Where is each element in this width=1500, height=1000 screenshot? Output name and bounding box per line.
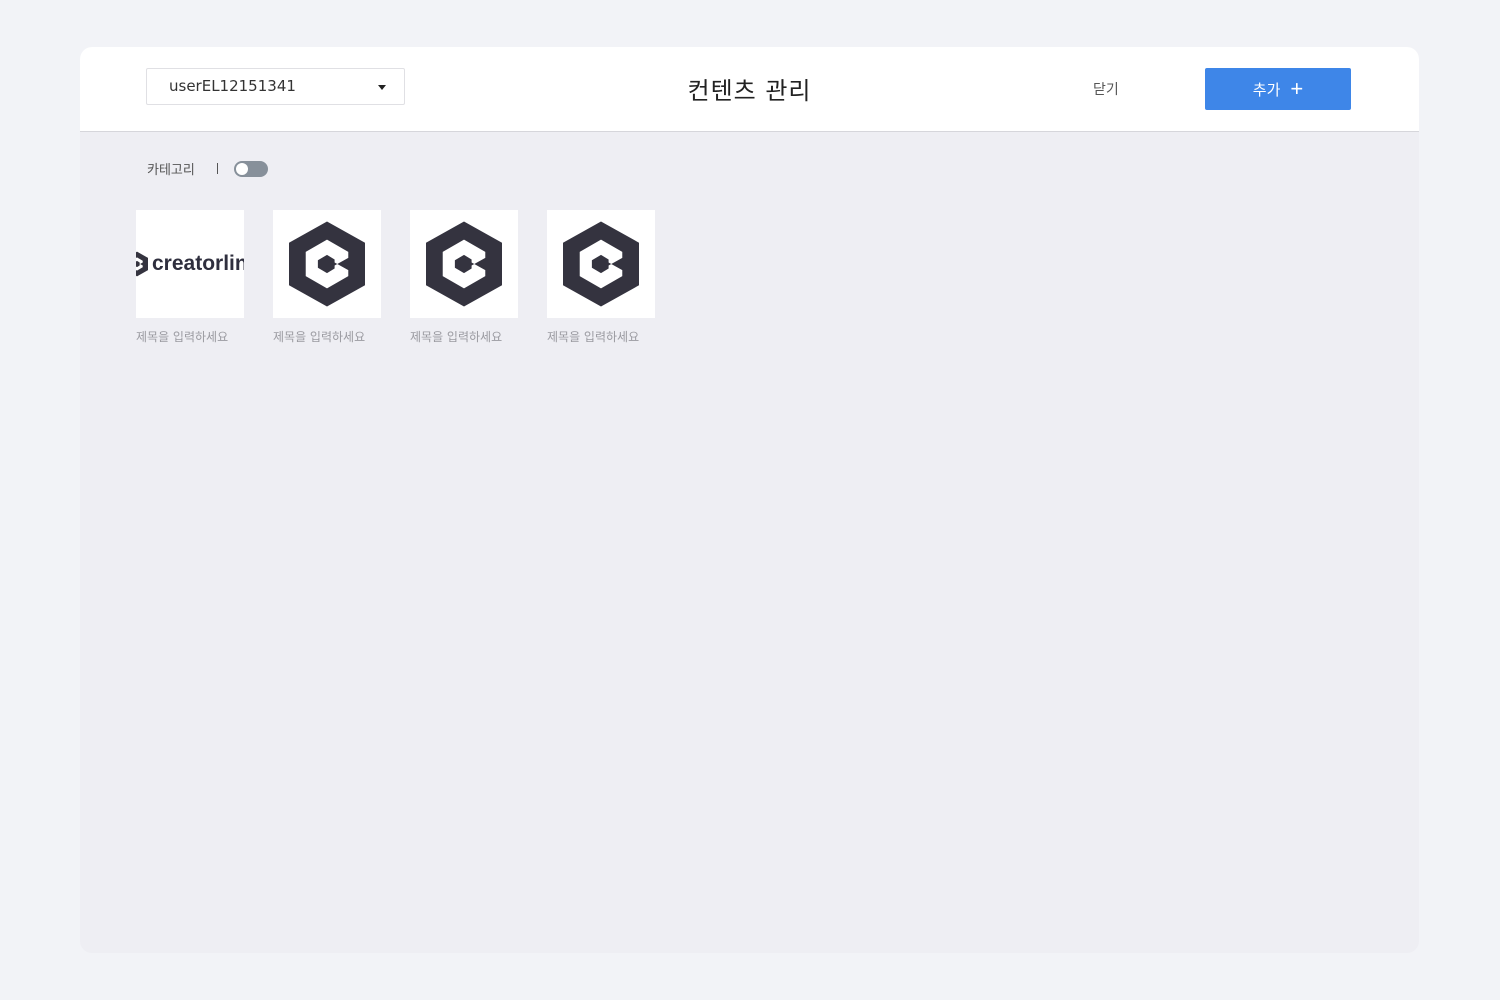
toggle-knob: [235, 162, 248, 175]
content-thumbnail[interactable]: [410, 210, 518, 318]
close-button[interactable]: 닫기: [1093, 79, 1119, 99]
content-thumbnail[interactable]: [273, 210, 381, 318]
content-title: 제목을 입력하세요: [410, 330, 503, 344]
content-title: 제목을 입력하세요: [136, 330, 229, 344]
content-card[interactable]: 제목을 입력하세요: [273, 210, 381, 345]
content-title: 제목을 입력하세요: [273, 330, 366, 344]
content-manager-panel: userEL12151341 컨텐츠 관리 닫기 추가 + 카테고리 creat…: [80, 47, 1419, 953]
content-card[interactable]: 제목을 입력하세요: [547, 210, 655, 345]
creatorlink-logo-icon: [426, 221, 502, 307]
add-button-label: 추가: [1252, 81, 1281, 99]
content-thumbnail[interactable]: creatorlin: [136, 210, 244, 318]
content-grid: creatorlin 제목을 입력하세요 제목을 입력하세요 제목을 입력하세요: [136, 210, 655, 345]
add-button[interactable]: 추가 +: [1205, 68, 1351, 110]
creatorlink-logo-icon: [289, 221, 365, 307]
content-thumbnail[interactable]: [547, 210, 655, 318]
category-filter: 카테고리: [147, 159, 268, 178]
wordmark-text: creatorlin: [152, 252, 244, 275]
creatorlink-logo-icon: [563, 221, 639, 307]
plus-icon: +: [1290, 76, 1304, 101]
category-label: 카테고리: [147, 163, 195, 178]
category-toggle[interactable]: [233, 160, 268, 177]
divider: [216, 163, 218, 174]
content-title: 제목을 입력하세요: [547, 330, 640, 344]
creatorlink-wordmark: creatorlin: [136, 251, 244, 277]
content-card[interactable]: creatorlin 제목을 입력하세요: [136, 210, 244, 345]
creatorlink-logo-icon: [136, 251, 148, 277]
content-card[interactable]: 제목을 입력하세요: [410, 210, 518, 345]
header-bar: userEL12151341 컨텐츠 관리 닫기 추가 +: [80, 47, 1419, 132]
